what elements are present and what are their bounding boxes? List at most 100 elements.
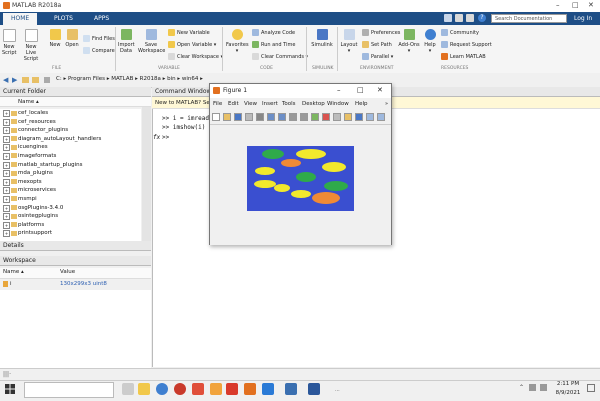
chrome-icon[interactable] xyxy=(226,383,238,395)
system-tray-chevron-icon[interactable]: ⌃ xyxy=(519,384,524,391)
redo-icon[interactable] xyxy=(466,14,474,22)
folder-item[interactable]: + imageformats xyxy=(0,152,141,161)
volume-icon[interactable] xyxy=(540,384,547,391)
up-folder-icon[interactable] xyxy=(22,77,29,83)
figure-close-button[interactable]: ✕ xyxy=(377,86,383,94)
login-button[interactable]: Log In xyxy=(574,13,592,25)
vlc-icon[interactable] xyxy=(210,383,222,395)
figure-menu-tools[interactable]: Tools xyxy=(282,101,296,107)
forward-arrow-icon[interactable]: ▶ xyxy=(12,76,17,84)
expand-icon[interactable]: + xyxy=(3,144,10,152)
matlab-taskbar-icon[interactable] xyxy=(244,383,256,395)
folder-item[interactable]: + diagram_autoLayout_handlers xyxy=(0,135,141,144)
clock-date[interactable]: 8/9/2021 xyxy=(553,390,583,396)
figure-menu-file[interactable]: File xyxy=(213,101,222,107)
new-button[interactable]: New xyxy=(48,29,62,48)
command-prompt[interactable]: >> xyxy=(162,134,169,141)
show-plot-tools-icon[interactable] xyxy=(377,113,385,121)
app-icon[interactable] xyxy=(285,383,297,395)
notifications-icon[interactable] xyxy=(587,384,595,392)
folder-item[interactable]: + cef_locales xyxy=(0,109,141,118)
save-icon[interactable] xyxy=(444,14,452,22)
office-icon[interactable] xyxy=(192,383,204,395)
expand-icon[interactable]: + xyxy=(3,187,10,195)
expand-icon[interactable]: + xyxy=(3,178,10,186)
expand-icon[interactable]: + xyxy=(3,213,10,221)
vscode-icon[interactable] xyxy=(262,383,274,395)
new-live-script-button[interactable]: New Live Script xyxy=(20,29,42,62)
folder-item[interactable]: + platforms xyxy=(0,221,141,230)
folder-item[interactable]: + icuengines xyxy=(0,143,141,152)
expand-icon[interactable]: + xyxy=(3,161,10,169)
expand-icon[interactable]: + xyxy=(3,170,10,178)
brush-icon[interactable] xyxy=(322,113,330,121)
add-ons-button[interactable]: Add-Ons ▾ xyxy=(398,29,420,54)
folder-item[interactable]: + osgPlugins-3.4.0 xyxy=(0,204,141,213)
details-header[interactable]: Details xyxy=(0,241,151,251)
close-button[interactable]: ✕ xyxy=(588,1,594,9)
edit-plot-icon[interactable] xyxy=(256,113,264,121)
figure-menu-edit[interactable]: Edit xyxy=(228,101,239,107)
expand-icon[interactable]: + xyxy=(3,204,10,212)
menu-overflow-icon[interactable]: » xyxy=(385,101,388,107)
expand-icon[interactable]: + xyxy=(3,152,10,160)
task-view-icon[interactable] xyxy=(122,383,134,395)
folder-item[interactable]: + printsupport xyxy=(0,229,141,238)
expand-icon[interactable]: + xyxy=(3,127,10,135)
preferences-button[interactable]: Preferences xyxy=(362,29,400,37)
folder-item[interactable]: + connector_plugins xyxy=(0,126,141,135)
open-variable-button[interactable]: Open Variable ▾ xyxy=(168,41,216,49)
workspace-name-column[interactable]: Name ▴ xyxy=(3,269,24,275)
workspace-value-column[interactable]: Value xyxy=(60,269,75,275)
clock-time[interactable]: 2:11 PM xyxy=(555,381,581,387)
edge-browser-icon[interactable] xyxy=(156,383,168,395)
data-cursor-icon[interactable] xyxy=(311,113,319,121)
import-data-button[interactable]: Import Data xyxy=(118,29,135,54)
back-arrow-icon[interactable]: ◀ xyxy=(3,76,8,84)
word-icon[interactable] xyxy=(308,383,320,395)
learn-matlab-button[interactable]: Learn MATLAB xyxy=(441,53,486,61)
expand-icon[interactable]: + xyxy=(3,110,10,117)
network-icon[interactable] xyxy=(529,384,536,391)
folder-item[interactable]: + mda_plugins xyxy=(0,169,141,178)
clear-commands-button[interactable]: Clear Commands ▾ xyxy=(252,53,308,61)
link-icon[interactable] xyxy=(333,113,341,121)
more-apps-icon[interactable]: ··· xyxy=(335,388,340,394)
pan-icon[interactable] xyxy=(289,113,297,121)
figure-minimize-button[interactable]: – xyxy=(337,86,341,94)
folder-item[interactable]: + osintegplugins xyxy=(0,212,141,221)
folder-item[interactable]: + mexopts xyxy=(0,178,141,187)
find-files-button[interactable]: Find Files xyxy=(83,35,115,43)
figure-menu-desktop[interactable]: Desktop xyxy=(302,101,325,107)
save-workspace-button[interactable]: Save Workspace xyxy=(138,29,165,54)
browse-folder-icon[interactable] xyxy=(32,77,39,83)
folder-item[interactable]: + matlab_startup_plugins xyxy=(0,161,141,170)
folder-item[interactable]: + cef_resources xyxy=(0,118,141,127)
hide-plot-tools-icon[interactable] xyxy=(366,113,374,121)
compare-button[interactable]: Compare xyxy=(83,47,115,55)
layout-button[interactable]: Layout ▾ xyxy=(340,29,358,54)
new-figure-icon[interactable] xyxy=(212,113,220,121)
favorites-button[interactable]: Favorites ▾ xyxy=(226,29,249,54)
maximize-button[interactable]: □ xyxy=(572,1,579,9)
figure-menu-window[interactable]: Window xyxy=(327,101,349,107)
current-path[interactable]: C: ▸ Program Files ▸ MATLAB ▸ R2018a ▸ b… xyxy=(56,76,203,82)
new-script-button[interactable]: New Script xyxy=(2,29,17,56)
minimize-button[interactable]: – xyxy=(556,1,560,9)
rotate-icon[interactable] xyxy=(300,113,308,121)
open-file-icon[interactable] xyxy=(223,113,231,121)
tab-home[interactable]: HOME xyxy=(3,13,38,25)
tab-plots[interactable]: PLOTS xyxy=(46,13,81,25)
expand-icon[interactable]: + xyxy=(3,230,10,238)
expand-icon[interactable]: + xyxy=(3,118,10,126)
parallel-button[interactable]: Parallel ▾ xyxy=(362,53,393,61)
expand-icon[interactable]: + xyxy=(3,221,10,229)
fx-icon[interactable]: fx xyxy=(153,134,160,141)
run-and-time-button[interactable]: Run and Time xyxy=(252,41,295,49)
expand-icon[interactable]: + xyxy=(3,135,10,143)
zoom-in-icon[interactable] xyxy=(267,113,275,121)
help-button[interactable]: Help ▾ xyxy=(423,29,437,54)
figure-menu-help[interactable]: Help xyxy=(355,101,368,107)
name-column-header[interactable]: Name ▴ xyxy=(0,97,151,107)
help-icon[interactable]: ? xyxy=(478,14,486,22)
